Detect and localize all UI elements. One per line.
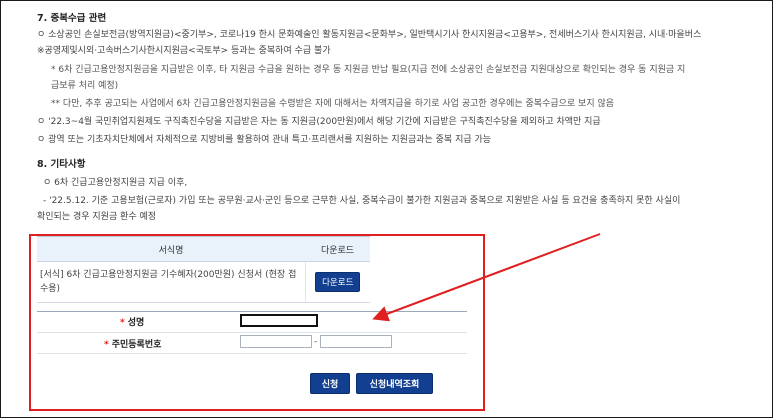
annotation-arrow-icon bbox=[372, 233, 601, 322]
